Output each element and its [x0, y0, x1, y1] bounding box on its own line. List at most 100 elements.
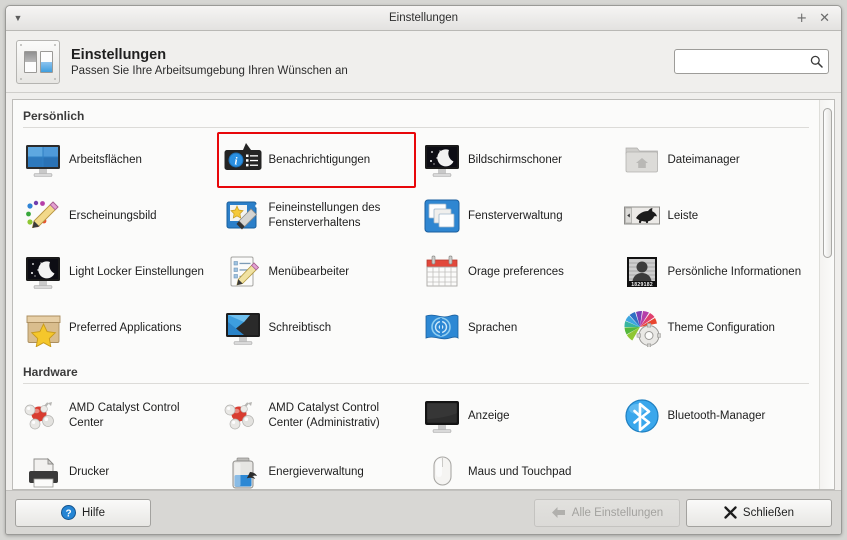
settings-list-frame: Persönlich Arbeitsflächen i Benachrichtigun… [12, 99, 835, 490]
back-arrow-icon [551, 506, 566, 519]
settings-grid: AMD Catalyst Control Center AMD Catalyst … [13, 384, 819, 489]
theme-config-gear-icon [623, 309, 661, 347]
title-bar: ▼ Einstellungen + ✕ [6, 6, 841, 31]
settings-item-label: Bluetooth-Manager [667, 409, 766, 422]
calendar-icon [423, 253, 461, 291]
settings-item[interactable]: Energieverwaltung [217, 444, 417, 489]
help-question-icon: ? [60, 505, 76, 520]
settings-item-label: Drucker [69, 465, 110, 478]
section-title: Persönlich [23, 109, 85, 123]
settings-window: ▼ Einstellungen + ✕ Einstellungen Passen… [5, 5, 842, 535]
settings-item-label: AMD Catalyst Control Center (Administrat… [268, 402, 380, 429]
battery-power-icon [224, 453, 262, 489]
settings-item-label: Dateimanager [667, 153, 740, 166]
settings-item-label: Erscheinungsbild [69, 209, 157, 222]
settings-item-label: Persönliche Informationen [667, 265, 802, 278]
settings-scroll-area: Persönlich Arbeitsflächen i Benachrichtigun… [13, 100, 819, 489]
window-title: Einstellungen [388, 12, 459, 24]
window-manager-icon [423, 197, 461, 235]
settings-item[interactable]: Schreibtisch [217, 300, 417, 356]
mouse-icon [423, 453, 461, 489]
workspaces-monitor-icon [24, 141, 62, 179]
help-button[interactable]: ? Hilfe [15, 498, 151, 527]
user-mugshot-icon: 1829182 [623, 253, 661, 291]
header-text: Einstellungen Passen Sie Ihre Arbeitsumg… [71, 47, 348, 77]
settings-item[interactable]: 1829182 Persönliche Informationen [616, 244, 816, 300]
maximize-icon[interactable]: + [796, 12, 807, 25]
settings-item[interactable]: Menübearbeiter [217, 244, 417, 300]
settings-item-label: Leiste [667, 209, 699, 222]
window-menu-button[interactable]: ▼ [6, 6, 30, 30]
settings-item[interactable]: Light Locker Einstellungen [17, 244, 217, 300]
settings-item[interactable]: Anzeige [416, 388, 616, 444]
section-title: Hardware [23, 365, 78, 379]
search-input[interactable] [681, 55, 809, 68]
settings-item-label: Feineinstellungen des Fensterverhaltens [268, 202, 381, 229]
search-box[interactable] [674, 49, 829, 74]
display-monitor-icon [423, 397, 461, 435]
settings-item[interactable]: Leiste [616, 188, 816, 244]
settings-sliders-icon [16, 39, 60, 84]
settings-item-label: Sprachen [468, 321, 518, 334]
amd-catalyst-molecule-icon [24, 397, 62, 435]
all-settings-button-label: Alle Einstellungen [571, 506, 664, 519]
settings-item[interactable]: Bildschirmschoner [416, 132, 616, 188]
vertical-scrollbar[interactable] [819, 100, 834, 489]
settings-item-label: Anzeige [468, 409, 510, 422]
settings-item[interactable]: Feineinstellungen des Fensterverhaltens [217, 188, 417, 244]
scrollbar-thumb[interactable] [823, 108, 832, 258]
settings-item-label: Theme Configuration [667, 321, 775, 334]
settings-item[interactable]: Fensterverwaltung [416, 188, 616, 244]
settings-item[interactable]: Sprachen [416, 300, 616, 356]
bluetooth-icon [623, 397, 661, 435]
settings-item[interactable]: Arbeitsflächen [17, 132, 217, 188]
settings-item[interactable]: Orage preferences [416, 244, 616, 300]
close-button[interactable]: Schließen [686, 498, 832, 527]
settings-item[interactable]: AMD Catalyst Control Center [17, 388, 217, 444]
settings-item-label: Schreibtisch [268, 321, 332, 334]
close-button-label: Schließen [742, 506, 795, 519]
notification-bubble-icon: i [224, 141, 262, 179]
close-icon[interactable]: ✕ [819, 12, 830, 25]
settings-item[interactable]: Erscheinungsbild [17, 188, 217, 244]
settings-item-label: Maus und Touchpad [468, 465, 572, 478]
settings-item[interactable]: Dateimanager [616, 132, 816, 188]
content-area: Persönlich Arbeitsflächen i Benachrichtigun… [6, 93, 841, 490]
settings-item[interactable]: Theme Configuration [616, 300, 816, 356]
desktop-monitor-icon [224, 309, 262, 347]
settings-item-label: Bildschirmschoner [468, 153, 562, 166]
page-subtitle: Passen Sie Ihre Arbeitsumgebung Ihren Wü… [71, 64, 348, 77]
panel-mouse-icon [623, 197, 661, 235]
amd-catalyst-molecule-icon [224, 397, 262, 435]
settings-item[interactable]: AMD Catalyst Control Center (Administrat… [217, 388, 417, 444]
help-button-label: Hilfe [81, 506, 105, 519]
settings-item[interactable]: Drucker [17, 444, 217, 489]
preferred-apps-star-icon [24, 309, 62, 347]
page-title: Einstellungen [71, 46, 167, 63]
close-x-icon [724, 506, 737, 519]
settings-item[interactable]: Maus und Touchpad [416, 444, 616, 489]
window-controls: + ✕ [796, 12, 841, 25]
light-locker-moon-icon [24, 253, 62, 291]
settings-item-label: AMD Catalyst Control Center [69, 402, 180, 429]
settings-item-label: Preferred Applications [69, 321, 182, 334]
appearance-pencil-icon [24, 197, 62, 235]
settings-item[interactable]: Preferred Applications [17, 300, 217, 356]
all-settings-button[interactable]: Alle Einstellungen [534, 498, 680, 527]
search-icon [809, 55, 823, 68]
svg-text:1829182: 1829182 [631, 282, 653, 288]
languages-flag-icon [423, 309, 461, 347]
window-tweaks-wand-icon [224, 197, 262, 235]
settings-item[interactable]: Bluetooth-Manager [616, 388, 816, 444]
settings-item-label: Orage preferences [468, 265, 564, 278]
settings-item[interactable]: i Benachrichtigungen [216, 132, 416, 188]
settings-item-label: Fensterverwaltung [468, 209, 563, 222]
header-band: Einstellungen Passen Sie Ihre Arbeitsumg… [6, 31, 841, 93]
settings-grid: Arbeitsflächen i Benachrichtigungen Bildsch… [13, 128, 819, 356]
settings-item-label: Benachrichtigungen [268, 153, 371, 166]
settings-item-label: Light Locker Einstellungen [69, 265, 204, 278]
settings-item-label: Energieverwaltung [268, 465, 364, 478]
svg-text:?: ? [65, 508, 71, 519]
screensaver-moon-icon [423, 141, 461, 179]
button-bar: ? Hilfe Alle Einstellungen Schließen [6, 490, 841, 534]
